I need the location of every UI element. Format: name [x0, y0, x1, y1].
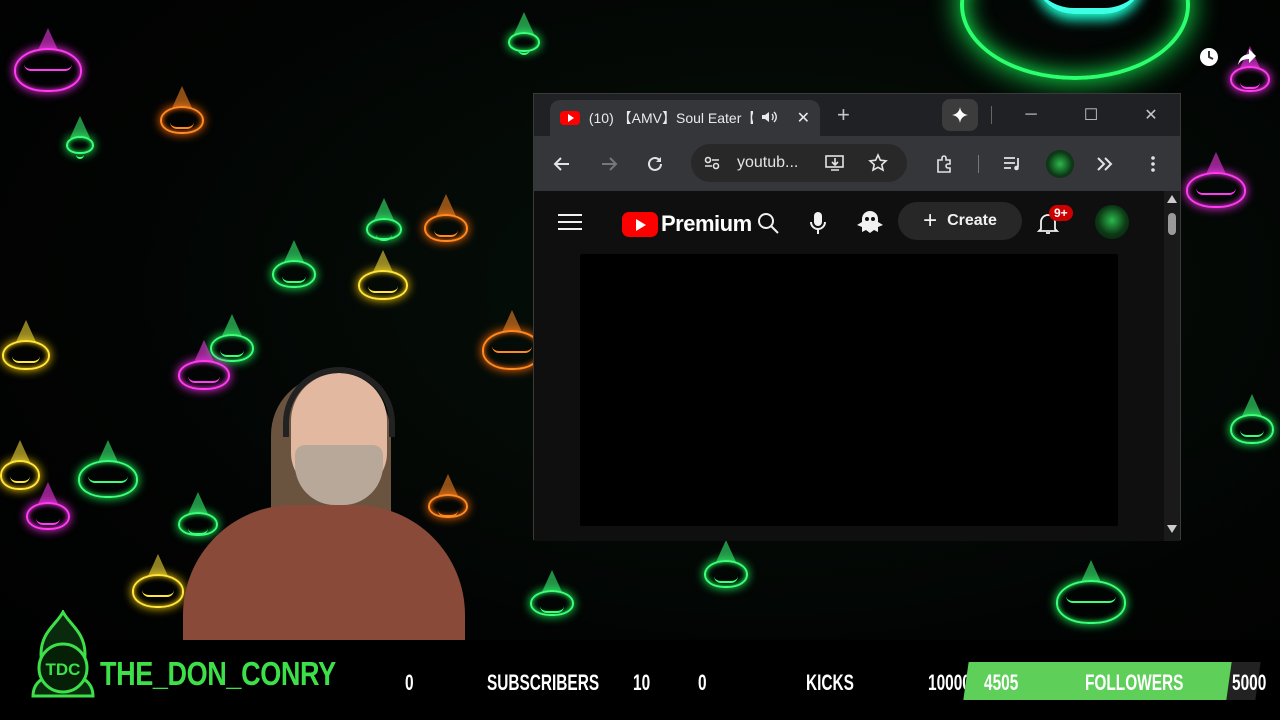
notification-badge: 9+ — [1049, 205, 1073, 221]
forward-icon[interactable] — [596, 151, 622, 177]
pumpkin-graphic — [2, 320, 50, 370]
youtube-favicon — [560, 111, 580, 125]
youtube-logo-icon — [622, 211, 658, 237]
subscribers-goal: 10 — [633, 670, 651, 695]
big-pumpkin-graphic — [960, 0, 1190, 80]
install-icon[interactable] — [825, 154, 845, 177]
pumpkin-graphic — [78, 440, 138, 498]
kicks-current: 0 — [698, 670, 707, 695]
webcam-feed — [183, 355, 465, 640]
pumpkin-graphic — [704, 540, 748, 588]
profile-avatar[interactable] — [1046, 150, 1074, 178]
pumpkin-graphic — [530, 570, 574, 616]
followers-goal: 5000 — [1232, 670, 1267, 695]
followers-label: FOLLOWERS — [1085, 670, 1184, 695]
scroll-thumb[interactable] — [1168, 213, 1176, 235]
pumpkin-graphic — [1230, 46, 1270, 92]
new-tab-icon[interactable]: + — [837, 102, 850, 128]
kicks-label: KICKS — [806, 670, 854, 695]
pumpkin-graphic — [66, 116, 94, 159]
ghost-icon[interactable] — [856, 209, 884, 240]
create-button[interactable]: + Create — [898, 202, 1022, 240]
reload-icon[interactable] — [642, 151, 668, 177]
channel-name: THE_DON_CONRY — [100, 655, 336, 692]
pumpkin-graphic — [1186, 152, 1246, 208]
back-icon[interactable] — [549, 151, 575, 177]
tab-close-icon[interactable]: ✕ — [797, 108, 810, 128]
gemini-icon[interactable] — [942, 99, 978, 131]
browser-toolbar: youtub... — [534, 136, 1180, 191]
tdc-flame-logo: TDC — [31, 610, 95, 698]
kebab-menu-icon[interactable] — [1140, 151, 1166, 177]
pumpkin-graphic — [132, 554, 184, 608]
create-label: Create — [947, 212, 997, 229]
page-scrollbar[interactable] — [1164, 191, 1180, 541]
pumpkin-graphic — [366, 198, 402, 241]
followers-current: 4505 — [984, 670, 1019, 695]
extensions-icon[interactable] — [931, 151, 957, 177]
speaker-icon[interactable] — [761, 110, 779, 127]
scroll-up-arrow — [1167, 195, 1177, 203]
tab-strip: (10) 【AMV】Soul Eater【 ✕ + ─ ☐ ✕ — [534, 94, 1180, 136]
pumpkin-graphic — [26, 482, 70, 530]
svg-text:TDC: TDC — [46, 660, 81, 679]
share-icon[interactable] — [1236, 46, 1258, 68]
search-icon[interactable] — [756, 211, 780, 240]
browser-tab[interactable]: (10) 【AMV】Soul Eater【 ✕ — [550, 100, 820, 136]
toolbar-divider — [978, 155, 979, 173]
media-queue-icon[interactable] — [1000, 151, 1026, 177]
site-info-icon[interactable] — [703, 154, 721, 177]
tabstrip-divider — [991, 106, 992, 124]
pumpkin-graphic — [14, 28, 82, 92]
pumpkin-graphic — [358, 250, 408, 300]
pumpkin-graphic — [1230, 394, 1274, 444]
plus-icon: + — [923, 207, 938, 234]
youtube-page: Premium + Create 9+ — [534, 191, 1180, 541]
pumpkin-graphic — [424, 194, 468, 242]
address-text: youtub... — [737, 154, 799, 171]
pumpkin-graphic — [0, 440, 40, 490]
more-tools-icon[interactable] — [1092, 151, 1118, 177]
bookmark-star-icon[interactable] — [868, 153, 888, 178]
pumpkin-graphic — [508, 12, 540, 55]
address-bar[interactable]: youtub... — [691, 144, 907, 182]
subscribers-current: 0 — [405, 670, 414, 695]
scroll-down-arrow — [1167, 525, 1177, 533]
mic-icon[interactable] — [810, 211, 826, 240]
window-close-button[interactable]: ✕ — [1131, 100, 1171, 130]
video-player[interactable] — [580, 254, 1118, 526]
pumpkin-graphic — [160, 86, 204, 134]
youtube-header: Premium + Create 9+ — [534, 191, 1180, 251]
minimize-button[interactable]: ─ — [1011, 100, 1051, 130]
youtube-avatar[interactable] — [1095, 205, 1129, 239]
clock-icon[interactable] — [1198, 46, 1220, 68]
subscribers-label: SUBSCRIBERS — [487, 670, 600, 695]
youtube-logo-text: Premium — [661, 211, 752, 236]
maximize-button[interactable]: ☐ — [1071, 100, 1111, 130]
hamburger-menu-icon[interactable] — [558, 213, 582, 236]
stream-info-bar: TDC THE_DON_CONRY 0 SUBSCRIBERS 10 0 KIC… — [0, 610, 1280, 720]
youtube-premium-logo[interactable]: Premium — [622, 211, 752, 237]
browser-window: (10) 【AMV】Soul Eater【 ✕ + ─ ☐ ✕ youtub..… — [533, 93, 1181, 541]
pumpkin-graphic — [1056, 560, 1126, 624]
pumpkin-graphic — [272, 240, 316, 288]
tab-title: (10) 【AMV】Soul Eater【 — [588, 110, 753, 126]
